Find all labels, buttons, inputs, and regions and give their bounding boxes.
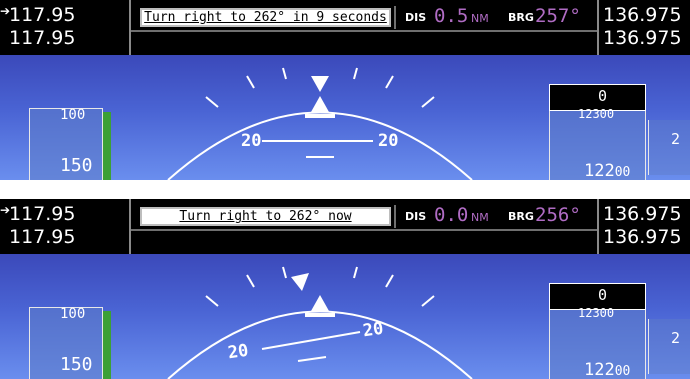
bearing-value: 256° — [535, 204, 581, 226]
vertical-speed-tick: 2 — [671, 329, 681, 347]
distance-unit: NM — [471, 12, 489, 25]
roll-pointer-icon — [311, 76, 329, 92]
distance-unit: NM — [471, 211, 489, 224]
status-divider — [131, 30, 597, 32]
com-frequency-active: 136.975 — [603, 203, 682, 225]
pitch-label-left: 20 — [226, 340, 250, 364]
nav-frequency-box[interactable]: ➔ 117.95 117.95 — [0, 0, 131, 55]
altitude-tick-upper: 12300 — [578, 107, 615, 121]
turn-advisory-message: Turn right to 262° now — [140, 207, 391, 226]
com-frequency-box[interactable]: 136.975 136.975 — [597, 0, 690, 55]
status-separator — [394, 205, 396, 228]
nav-frequency-standby: 117.95 — [9, 226, 76, 248]
selected-altitude-value: 0 — [598, 87, 608, 105]
status-divider — [131, 229, 597, 231]
altitude-tick-12200: 12200 — [584, 360, 631, 379]
pitch-label-left: 20 — [241, 131, 262, 151]
airspeed-tick-150: 150 — [60, 354, 93, 375]
pitch-label-right: 20 — [361, 318, 385, 342]
bearing-value: 257° — [535, 5, 581, 27]
top-bar: ➔ 117.95 117.95 Turn right to 262° now D… — [0, 199, 690, 254]
bearing-label: BRG — [508, 210, 534, 223]
nav-frequency-box[interactable]: ➔ 117.95 117.95 — [0, 199, 131, 254]
aircraft-symbol-icon — [311, 96, 329, 112]
distance-value: 0.5 — [434, 5, 469, 27]
status-separator — [394, 6, 396, 29]
nav-frequency-active: 117.95 — [9, 203, 76, 225]
pfd-panel-2: ➔ 117.95 117.95 Turn right to 262° now D… — [0, 199, 690, 379]
vertical-speed-tape — [648, 319, 690, 374]
airspeed-green-band — [103, 311, 111, 379]
vertical-speed-tape — [648, 120, 690, 175]
pfd-panel-1: ➔ 117.95 117.95 Turn right to 262° in 9 … — [0, 0, 690, 180]
airspeed-tick-upper: 100 — [60, 306, 86, 322]
distance-label: DIS — [405, 11, 427, 24]
selected-altitude-value: 0 — [598, 286, 608, 304]
top-bar: ➔ 117.95 117.95 Turn right to 262° in 9 … — [0, 0, 690, 55]
turn-advisory-message: Turn right to 262° in 9 seconds — [140, 8, 391, 27]
vertical-speed-tick: 2 — [671, 130, 681, 148]
airspeed-tick-150: 150 — [60, 155, 93, 176]
com-frequency-standby: 136.975 — [603, 27, 682, 49]
nav-frequency-active: 117.95 — [9, 4, 76, 26]
com-frequency-standby: 136.975 — [603, 226, 682, 248]
com-frequency-box[interactable]: 136.975 136.975 — [597, 199, 690, 254]
bearing-label: BRG — [508, 11, 534, 24]
airspeed-green-band — [103, 112, 111, 180]
attitude-indicator: 20 20 100 150 0 12300 12200 2 — [0, 55, 690, 180]
pitch-label-right: 20 — [378, 131, 399, 151]
roll-pointer-icon — [291, 273, 309, 291]
distance-value: 0.0 — [434, 204, 469, 226]
altitude-tick-upper: 12300 — [578, 306, 615, 320]
com-frequency-active: 136.975 — [603, 4, 682, 26]
navigation-status-bar: Turn right to 262° now DIS 0.0 NM BRG 25… — [131, 199, 597, 254]
nav-frequency-standby: 117.95 — [9, 27, 76, 49]
distance-label: DIS — [405, 210, 427, 223]
attitude-indicator: 20 20 100 150 0 12300 12200 2 — [0, 254, 690, 379]
navigation-status-bar: Turn right to 262° in 9 seconds DIS 0.5 … — [131, 0, 597, 55]
altitude-tick-12200: 12200 — [584, 161, 631, 180]
airspeed-tick-upper: 100 — [60, 107, 86, 123]
pitch-line-20 — [261, 331, 361, 350]
aircraft-symbol-icon — [311, 295, 329, 311]
